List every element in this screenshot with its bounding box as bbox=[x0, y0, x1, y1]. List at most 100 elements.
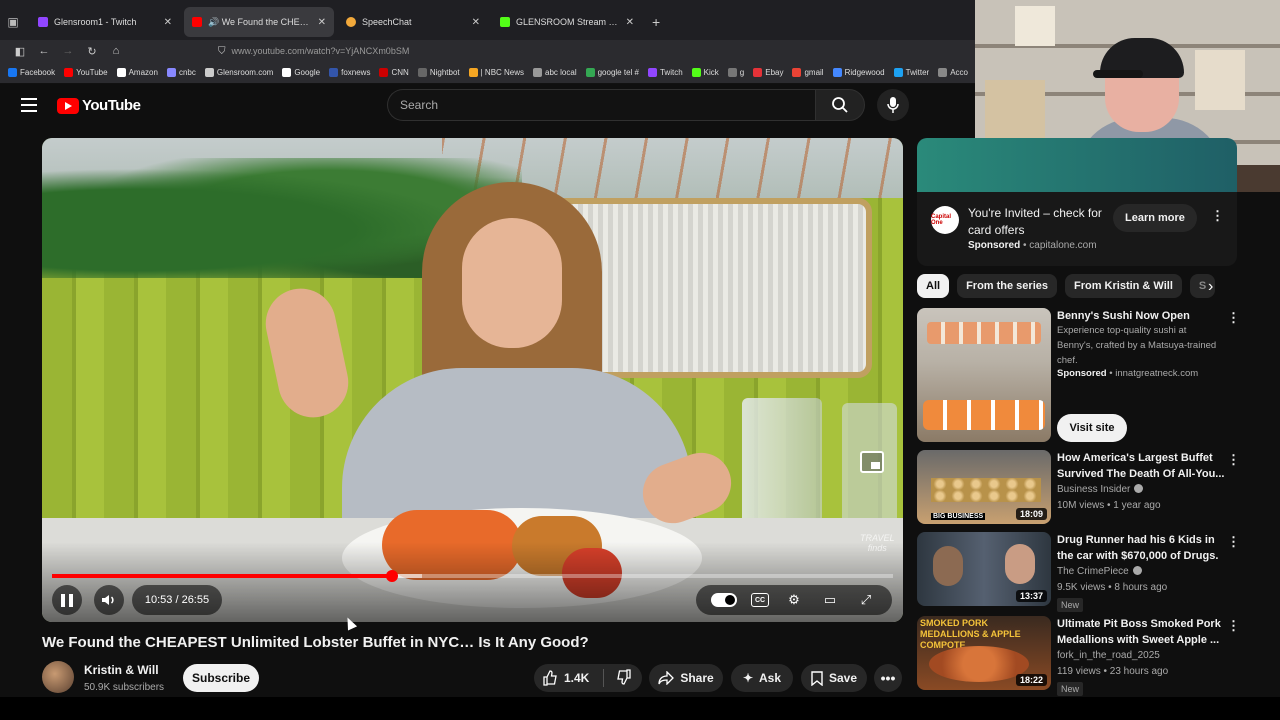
video-thumbnail[interactable]: BIG BUSINESS 18:09 bbox=[917, 450, 1051, 524]
volume-button[interactable] bbox=[94, 585, 124, 615]
more-options-icon[interactable]: ⋮ bbox=[1227, 618, 1240, 634]
bookmark-item[interactable]: | NBC News bbox=[468, 68, 524, 77]
bookmark-item[interactable]: Twitter bbox=[893, 68, 929, 77]
ask-button[interactable]: ✦ Ask bbox=[731, 664, 793, 692]
ad-banner-image[interactable] bbox=[917, 138, 1237, 192]
search-button[interactable] bbox=[815, 89, 865, 121]
more-options-icon[interactable]: ⋮ bbox=[1227, 310, 1240, 326]
chip-from-the-series[interactable]: From the series bbox=[957, 274, 1057, 298]
home-icon[interactable]: ⌂ bbox=[104, 45, 128, 57]
tab-title: SpeechChat bbox=[362, 17, 412, 27]
ad-title[interactable]: You're Invited – check for card offers bbox=[968, 205, 1108, 239]
subscribe-button[interactable]: Subscribe bbox=[183, 664, 259, 692]
video-thumbnail[interactable]: SMOKED PORK MEDALLIONS & APPLE COMPOTE 1… bbox=[917, 616, 1051, 690]
tab-speechchat[interactable]: SpeechChat ✕ bbox=[338, 7, 488, 37]
tab-youtube[interactable]: 🔊 We Found the CHEAPEST U ✕ bbox=[184, 7, 334, 37]
chevron-right-icon[interactable]: › bbox=[1208, 278, 1213, 296]
save-label: Save bbox=[828, 671, 858, 685]
autoplay-toggle[interactable] bbox=[711, 593, 737, 607]
bookmark-item[interactable]: cnbc bbox=[166, 68, 196, 77]
settings-icon[interactable]: ⚙ bbox=[783, 590, 805, 610]
bookmark-label: Kick bbox=[703, 68, 719, 77]
bookmark-item[interactable]: Acco bbox=[938, 68, 968, 77]
close-tab-icon[interactable]: ✕ bbox=[626, 17, 634, 28]
video-thumbnail[interactable]: 13:37 bbox=[917, 532, 1051, 606]
bookmark-item[interactable]: Amazon bbox=[116, 68, 158, 77]
tab-twitch[interactable]: Glensroom1 - Twitch ✕ bbox=[30, 7, 180, 37]
learn-more-button[interactable]: Learn more bbox=[1113, 204, 1197, 232]
close-tab-icon[interactable]: ✕ bbox=[318, 17, 326, 28]
back-icon[interactable]: ← bbox=[32, 45, 56, 57]
speaker-icon[interactable]: 🔊 bbox=[208, 17, 222, 27]
like-button[interactable]: 1.4K bbox=[542, 670, 589, 686]
visit-site-button[interactable]: Visit site bbox=[1057, 414, 1127, 442]
recommendation-title[interactable]: Drug Runner had his 6 Kids in the car wi… bbox=[1057, 532, 1225, 564]
pause-button[interactable] bbox=[52, 585, 82, 615]
share-button[interactable]: Share bbox=[649, 664, 723, 692]
video-thumbnail[interactable] bbox=[917, 308, 1051, 442]
bookmark-item[interactable]: Facebook bbox=[8, 68, 55, 77]
recommendation-item[interactable]: 13:37 Drug Runner had his 6 Kids in the … bbox=[917, 532, 1247, 612]
close-tab-icon[interactable]: ✕ bbox=[472, 17, 480, 28]
more-options-icon[interactable]: ⋮ bbox=[1227, 452, 1240, 468]
save-button[interactable]: Save bbox=[801, 664, 867, 692]
bookmark-item[interactable]: google tel # bbox=[585, 68, 639, 77]
close-tab-icon[interactable]: ✕ bbox=[164, 17, 172, 28]
reload-icon[interactable]: ↻ bbox=[80, 45, 104, 58]
bookmark-favicon-icon bbox=[204, 68, 214, 77]
bookmark-item[interactable]: Nightbot bbox=[417, 68, 460, 77]
tab-actions-icon[interactable]: ▣ bbox=[0, 0, 26, 44]
address-field[interactable]: ⛉ www.youtube.com/watch?v=YjANCXm0bSM bbox=[218, 46, 409, 57]
fullscreen-icon[interactable]: ⤢ bbox=[855, 590, 877, 610]
recommendation-item[interactable]: BIG BUSINESS 18:09 How America's Largest… bbox=[917, 450, 1247, 526]
tab-kick[interactable]: GLENSROOM Stream - Watch L ✕ bbox=[492, 7, 642, 37]
bookmark-item[interactable]: abc local bbox=[533, 68, 577, 77]
screen: ▣ Glensroom1 - Twitch ✕ 🔊 We Found the C… bbox=[0, 0, 1280, 720]
bookmark-item[interactable]: CNN bbox=[379, 68, 409, 77]
dislike-button[interactable] bbox=[616, 668, 632, 688]
bookmark-item[interactable]: Ebay bbox=[753, 68, 783, 77]
bookmark-favicon-icon bbox=[417, 68, 427, 77]
chip-all[interactable]: All bbox=[917, 274, 950, 298]
theater-mode-icon[interactable]: ▭ bbox=[819, 590, 841, 610]
new-tab-button[interactable]: + bbox=[652, 14, 660, 30]
scrubber-handle[interactable] bbox=[385, 570, 398, 582]
kick-favicon-icon bbox=[500, 17, 510, 27]
more-options-icon[interactable]: ⋮ bbox=[1227, 534, 1240, 550]
ad-menu-icon[interactable]: ⋮ bbox=[1211, 208, 1224, 224]
ad-card[interactable]: Capital One You're Invited – check for c… bbox=[917, 192, 1237, 266]
sponsored-recommendation[interactable]: Benny's Sushi Now Open Experience top-qu… bbox=[917, 308, 1247, 443]
video-player[interactable]: TRAVEL finds 10:53 / 26:55 CC ⚙ ▭ ⤢ bbox=[42, 138, 903, 622]
recommendation-title[interactable]: Ultimate Pit Boss Smoked Pork Medallions… bbox=[1057, 616, 1225, 648]
bookmark-item[interactable]: YouTube bbox=[64, 68, 108, 77]
bookmark-item[interactable]: gmail bbox=[792, 68, 824, 77]
tab-title: 🔊 We Found the CHEAPEST U bbox=[208, 16, 312, 27]
bookmark-item[interactable]: foxnews bbox=[329, 68, 370, 77]
channel-name[interactable]: Kristin & Will bbox=[84, 663, 159, 677]
progress-bar[interactable] bbox=[52, 570, 893, 582]
menu-icon[interactable] bbox=[21, 98, 37, 112]
channel-avatar[interactable] bbox=[42, 661, 74, 693]
tab-title: Glensroom1 - Twitch bbox=[54, 17, 137, 27]
bookmark-item[interactable]: Google bbox=[282, 68, 320, 77]
chip-from-channel[interactable]: From Kristin & Will bbox=[1064, 274, 1182, 298]
captions-icon[interactable]: CC bbox=[751, 593, 769, 607]
youtube-logo[interactable]: YouTube bbox=[57, 97, 141, 114]
more-actions-button[interactable]: ••• bbox=[874, 664, 902, 692]
recommendation-item[interactable]: SMOKED PORK MEDALLIONS & APPLE COMPOTE 1… bbox=[917, 616, 1247, 696]
search-input[interactable]: Search bbox=[387, 89, 815, 121]
volume-icon bbox=[102, 595, 114, 605]
bookmark-item[interactable]: Ridgewood bbox=[832, 68, 885, 77]
bookmark-item[interactable]: Twitch bbox=[647, 68, 683, 77]
miniplayer-icon[interactable] bbox=[860, 451, 884, 473]
voice-search-button[interactable] bbox=[877, 89, 909, 121]
recommendation-meta: 119 views • 23 hours ago bbox=[1057, 666, 1169, 677]
ad-sponsor-line: Sponsored • capitalone.com bbox=[968, 240, 1097, 251]
forward-icon[interactable]: → bbox=[56, 45, 80, 57]
bookmark-item[interactable]: Kick bbox=[691, 68, 719, 77]
recommendation-title[interactable]: How America's Largest Buffet Survived Th… bbox=[1057, 450, 1225, 482]
sidebar-toggle-icon[interactable]: ◧ bbox=[8, 45, 32, 58]
bookmark-item[interactable]: Glensroom.com bbox=[204, 68, 273, 77]
recommendation-title[interactable]: Benny's Sushi Now Open bbox=[1057, 308, 1225, 324]
bookmark-item[interactable]: g bbox=[727, 68, 744, 77]
